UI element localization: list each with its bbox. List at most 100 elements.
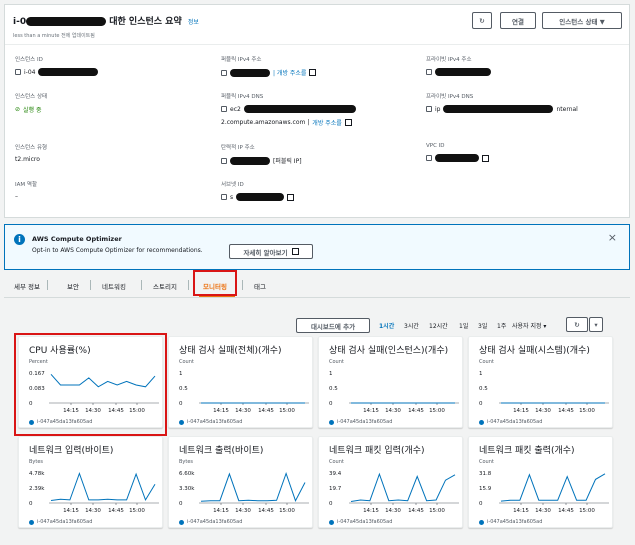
tab-tags[interactable]: 태그 bbox=[254, 281, 266, 291]
metric-chart-card[interactable]: 네트워크 출력(바이트) Bytes 6.60k 3.30k 0 14:15 14:30 14… bbox=[168, 436, 313, 528]
private-dns-field: 프라이빗 IPv4 DNS ip nternal bbox=[426, 94, 578, 113]
metric-chart-card[interactable]: 상태 검사 실패(인스턴스)(개수) Count 1 0.5 0 14:15 14:30 14… bbox=[318, 336, 463, 428]
copy-icon[interactable] bbox=[426, 69, 432, 75]
x-tick-label: 14:45 bbox=[258, 508, 274, 514]
chart-plot: 4.78k 2.39k 0 14:15 14:30 14:45 15:00 bbox=[29, 471, 159, 514]
external-link-icon bbox=[291, 248, 299, 255]
range-12h[interactable]: 12시간 bbox=[429, 321, 448, 330]
iam-role-field: IAM 역할 – bbox=[15, 182, 37, 200]
chart-legend: i-047a45da13fa605ad bbox=[329, 419, 392, 425]
tab-details[interactable]: 세부 정보 bbox=[14, 281, 40, 291]
y-tick-label: 0 bbox=[329, 501, 333, 507]
open-address-link[interactable]: | 개방 주소를 bbox=[273, 68, 306, 77]
running-icon: ⊘ bbox=[15, 106, 21, 113]
metric-chart-card[interactable]: 상태 검사 실패(전체)(개수) Count 1 0.5 0 14:15 14:30 14:4… bbox=[168, 336, 313, 428]
tab-separator bbox=[90, 280, 91, 290]
x-tick-label: 14:45 bbox=[558, 508, 574, 514]
y-tick-label: 0 bbox=[479, 401, 483, 407]
chart-legend: i-047a45da13fa605ad bbox=[29, 519, 92, 525]
x-tick-label: 15:00 bbox=[429, 508, 445, 514]
y-tick-label: 0.5 bbox=[479, 386, 488, 392]
range-3d[interactable]: 3일 bbox=[478, 321, 487, 330]
tab-networking[interactable]: 네트워킹 bbox=[102, 281, 126, 291]
series-line bbox=[500, 473, 606, 502]
copy-icon[interactable] bbox=[221, 106, 227, 112]
range-custom[interactable]: 사용자 지정 ▾ bbox=[512, 321, 546, 330]
legend-label: i-047a45da13fa605ad bbox=[487, 419, 543, 425]
range-1w[interactable]: 1주 bbox=[497, 321, 506, 330]
external-link-icon[interactable] bbox=[482, 154, 489, 162]
y-tick-label: 0 bbox=[479, 501, 483, 507]
tab-security[interactable]: 보안 bbox=[67, 281, 79, 291]
series-line bbox=[350, 472, 456, 502]
copy-icon[interactable] bbox=[426, 155, 432, 161]
x-tick-label: 15:00 bbox=[579, 408, 595, 414]
instance-id-field: 인스턴스 ID i-04 bbox=[15, 55, 99, 76]
banner-text: Opt-in to AWS Compute Optimizer for reco… bbox=[32, 247, 203, 254]
public-dns-field: 퍼블릭 IPv4 DNS ec2 2.compute.amazonaws.com… bbox=[221, 92, 356, 127]
connect-button[interactable]: 연결 bbox=[500, 12, 536, 29]
learn-more-button[interactable]: 자세히 알아보기 bbox=[229, 244, 313, 259]
info-link[interactable]: 정보 bbox=[188, 19, 199, 26]
tab-separator bbox=[188, 280, 189, 290]
x-tick-label: 14:30 bbox=[235, 408, 251, 414]
range-1h[interactable]: 1시간 bbox=[379, 321, 394, 330]
add-to-dashboard-button[interactable]: 대시보드에 추가 bbox=[296, 318, 370, 333]
subnet-id-field: 서브넷 ID s bbox=[221, 180, 295, 201]
range-3h[interactable]: 3시간 bbox=[404, 321, 419, 330]
copy-icon[interactable] bbox=[221, 69, 227, 76]
copy-icon[interactable] bbox=[221, 157, 227, 164]
metric-chart-card[interactable]: 네트워크 패킷 출력(개수) Count 31.8 15.9 0 14:15 14:30 14… bbox=[468, 436, 613, 528]
y-tick-label: 2.39k bbox=[29, 486, 45, 492]
x-tick-label: 14:15 bbox=[213, 408, 229, 414]
divider bbox=[5, 44, 629, 45]
elastic-ip-field: 탄력적 IP 주소 [퍼블릭 IP] bbox=[221, 145, 302, 165]
copy-icon[interactable] bbox=[426, 106, 432, 112]
refresh-icon: ↻ bbox=[479, 16, 485, 25]
external-link-icon[interactable] bbox=[287, 193, 295, 201]
info-icon: i bbox=[14, 234, 25, 245]
compute-optimizer-banner: i AWS Compute Optimizer Opt-in to AWS Co… bbox=[4, 224, 630, 270]
close-icon[interactable]: × bbox=[608, 231, 617, 244]
range-1d[interactable]: 1일 bbox=[459, 321, 468, 330]
last-updated-text: less than a minute 전에 업데이트됨 bbox=[13, 33, 95, 39]
tab-separator bbox=[47, 280, 48, 290]
x-tick-label: 14:45 bbox=[408, 508, 424, 514]
y-tick-label: 0 bbox=[329, 401, 333, 407]
x-tick-label: 15:00 bbox=[129, 508, 145, 514]
legend-label: i-047a45da13fa605ad bbox=[487, 519, 543, 525]
chart-legend: i-047a45da13fa605ad bbox=[479, 419, 542, 425]
instance-state-button[interactable]: 인스턴스 상태 ▼ bbox=[542, 12, 622, 29]
x-tick-label: 14:30 bbox=[385, 508, 401, 514]
refresh-button[interactable]: ↻ bbox=[472, 12, 492, 29]
metric-chart-card[interactable]: 네트워크 입력(바이트) Bytes 4.78k 2.39k 0 14:15 14:30 14… bbox=[18, 436, 163, 528]
refresh-button[interactable]: ↻ bbox=[566, 317, 588, 332]
open-address-link[interactable]: 개방 주소를 bbox=[312, 118, 342, 127]
refresh-options-button[interactable]: ▾ bbox=[589, 317, 603, 332]
tab-storage[interactable]: 스토리지 bbox=[153, 281, 177, 291]
redacted-block bbox=[243, 105, 356, 113]
chart-legend: i-047a45da13fa605ad bbox=[179, 519, 242, 525]
legend-swatch bbox=[479, 419, 484, 425]
y-tick-label: 39.4 bbox=[329, 471, 342, 477]
metric-chart-card[interactable]: 상태 검사 실패(시스템)(개수) Count 1 0.5 0 14:15 14:30 14:… bbox=[468, 336, 613, 428]
legend-label: i-047a45da13fa605ad bbox=[337, 519, 393, 525]
external-link-icon bbox=[344, 119, 352, 126]
highlight-box bbox=[14, 333, 167, 436]
x-tick-label: 14:45 bbox=[558, 408, 574, 414]
x-tick-label: 14:30 bbox=[385, 408, 401, 414]
x-tick-label: 14:45 bbox=[408, 408, 424, 414]
chart-legend: i-047a45da13fa605ad bbox=[179, 419, 242, 425]
redacted-block bbox=[435, 154, 479, 162]
x-tick-label: 14:15 bbox=[213, 508, 229, 514]
x-tick-label: 14:30 bbox=[85, 508, 101, 514]
copy-icon[interactable] bbox=[221, 194, 227, 200]
legend-label: i-047a45da13fa605ad bbox=[337, 419, 393, 425]
legend-swatch bbox=[29, 519, 34, 525]
copy-icon[interactable] bbox=[15, 69, 21, 75]
redacted-block bbox=[230, 68, 270, 77]
legend-label: i-047a45da13fa605ad bbox=[187, 519, 243, 525]
chart-plot: 1 0.5 0 14:15 14:30 14:45 15:00 bbox=[479, 371, 609, 414]
series-line bbox=[50, 472, 156, 502]
metric-chart-card[interactable]: 네트워크 패킷 입력(개수) Count 39.4 19.7 0 14:15 14:30 14… bbox=[318, 436, 463, 528]
